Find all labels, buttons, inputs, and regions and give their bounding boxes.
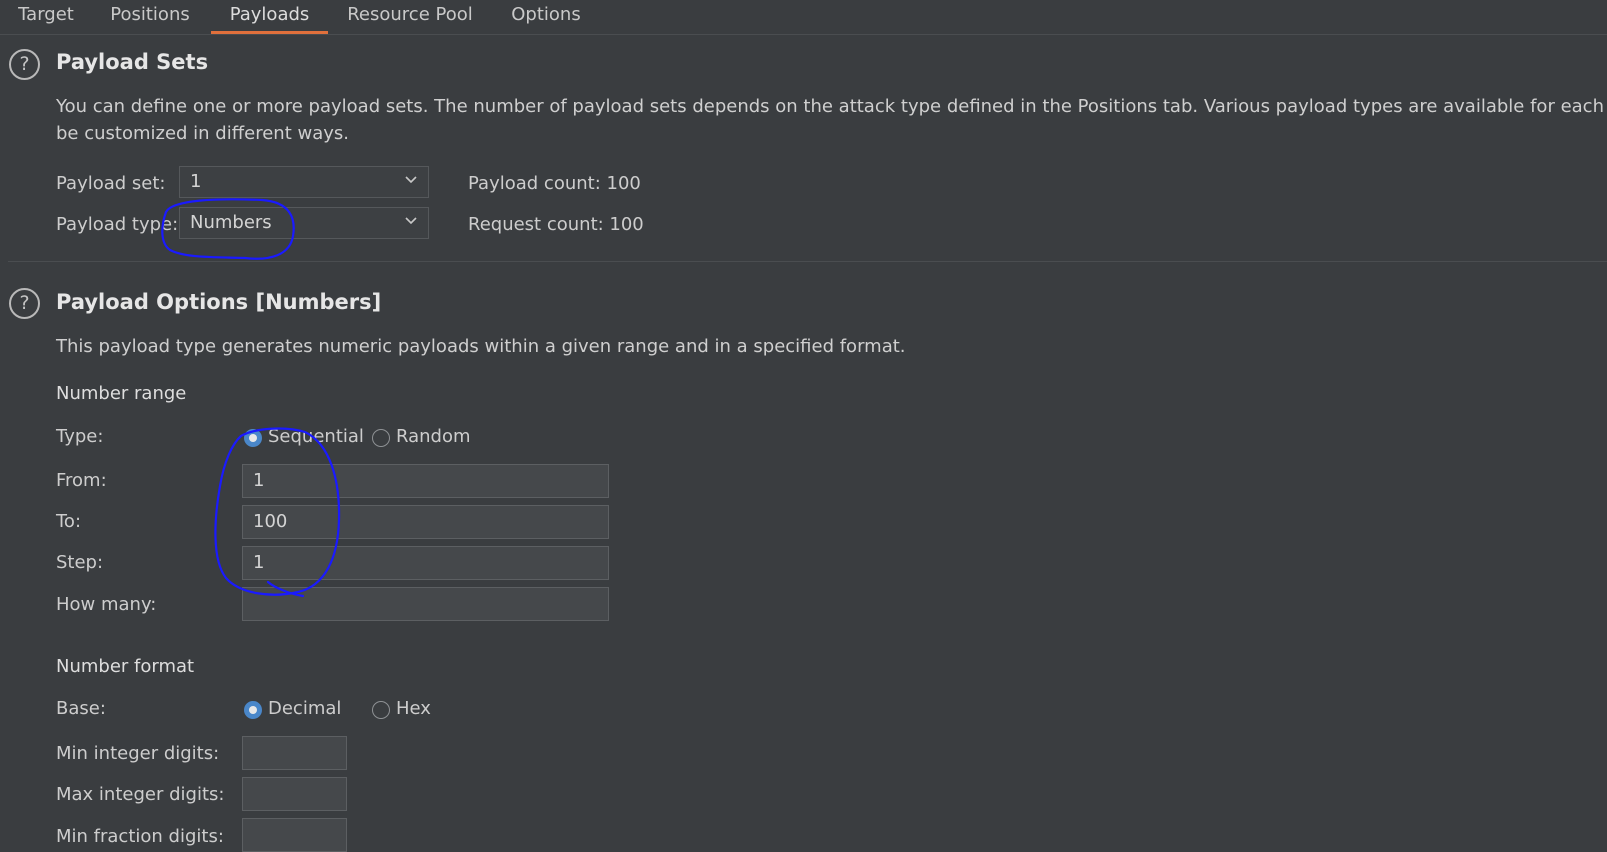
- to-label: To:: [56, 511, 82, 532]
- payload-type-dropdown[interactable]: Numbers: [179, 207, 429, 239]
- from-value: 1: [253, 470, 265, 491]
- section-divider: [8, 261, 1607, 262]
- tab-positions[interactable]: Positions: [98, 0, 202, 33]
- base-label: Base:: [56, 698, 106, 719]
- chevron-down-icon: [405, 176, 417, 184]
- how-many-input[interactable]: [242, 587, 609, 621]
- min-integer-digits-label: Min integer digits:: [56, 743, 220, 764]
- chevron-down-icon: [405, 217, 417, 225]
- decimal-radio[interactable]: [244, 701, 262, 719]
- how-many-label: How many:: [56, 594, 157, 615]
- tab-options[interactable]: Options: [502, 0, 590, 33]
- sequential-radio[interactable]: [244, 429, 262, 447]
- payload-set-label: Payload set:: [56, 173, 166, 194]
- tab-bar: Target Positions Payloads Resource Pool …: [0, 0, 1607, 35]
- payload-options-title: Payload Options [Numbers]: [56, 290, 382, 314]
- number-range-heading: Number range: [56, 383, 187, 404]
- step-value: 1: [253, 552, 265, 573]
- payload-sets-description-line1: You can define one or more payload sets.…: [56, 96, 1607, 117]
- request-count: Request count: 100: [468, 214, 644, 235]
- max-integer-digits-input[interactable]: [242, 777, 347, 811]
- payload-type-label: Payload type:: [56, 214, 179, 235]
- intruder-payloads-page: Target Positions Payloads Resource Pool …: [0, 0, 1607, 852]
- min-fraction-digits-label: Min fraction digits:: [56, 826, 224, 847]
- hex-radio[interactable]: [372, 701, 390, 719]
- step-input[interactable]: 1: [242, 546, 609, 580]
- payload-set-dropdown[interactable]: 1: [179, 166, 429, 198]
- step-label: Step:: [56, 552, 104, 573]
- payload-sets-title: Payload Sets: [56, 50, 209, 74]
- random-radio-label[interactable]: Random: [396, 426, 471, 448]
- sequential-radio-label[interactable]: Sequential: [268, 426, 364, 448]
- min-fraction-digits-input[interactable]: [242, 818, 347, 852]
- max-integer-digits-label: Max integer digits:: [56, 784, 225, 805]
- range-type-label: Type:: [56, 426, 104, 447]
- number-format-heading: Number format: [56, 656, 195, 677]
- help-icon[interactable]: ?: [9, 288, 40, 319]
- payload-count: Payload count: 100: [468, 173, 641, 194]
- help-icon[interactable]: ?: [9, 49, 40, 80]
- payload-sets-description-line2: be customized in different ways.: [56, 123, 349, 144]
- to-value: 100: [253, 511, 288, 532]
- random-radio[interactable]: [372, 429, 390, 447]
- decimal-radio-label[interactable]: Decimal: [268, 698, 341, 720]
- payload-set-value: 1: [190, 171, 202, 192]
- tab-payloads[interactable]: Payloads: [211, 0, 328, 34]
- payload-options-description: This payload type generates numeric payl…: [56, 336, 906, 357]
- payload-type-value: Numbers: [190, 212, 272, 233]
- to-input[interactable]: 100: [242, 505, 609, 539]
- tab-target[interactable]: Target: [4, 0, 88, 33]
- from-input[interactable]: 1: [242, 464, 609, 498]
- hex-radio-label[interactable]: Hex: [396, 698, 431, 720]
- tab-resource-pool[interactable]: Resource Pool: [340, 0, 480, 33]
- min-integer-digits-input[interactable]: [242, 736, 347, 770]
- from-label: From:: [56, 470, 107, 491]
